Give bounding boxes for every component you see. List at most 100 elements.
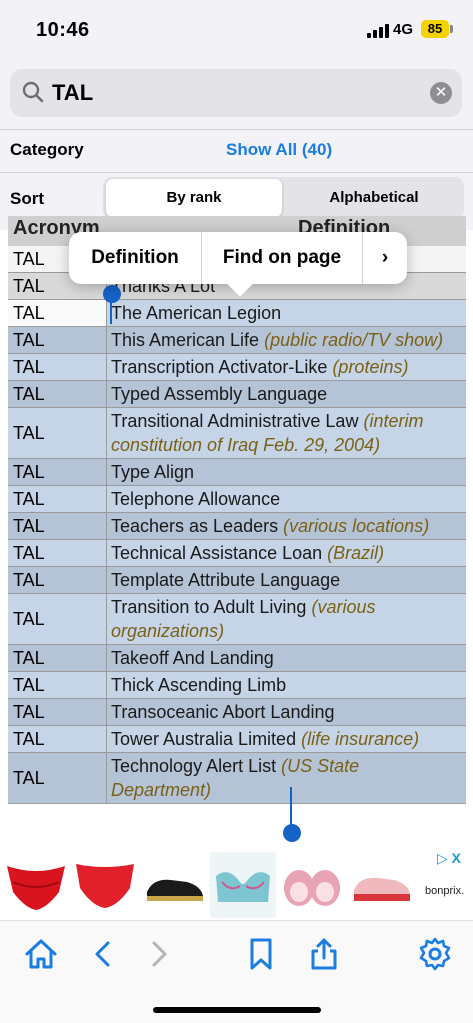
divider: [0, 172, 473, 173]
results-table: Acronym Definition TAL TAL Thanks A Lot TAL…: [8, 216, 466, 850]
table-row[interactable]: TAL Tower Australia Limited (life insuran…: [8, 726, 466, 753]
table-row[interactable]: TAL This American Life (public radio/TV s…: [8, 327, 466, 354]
definition-text: Teachers as Leaders: [111, 516, 279, 536]
home-indicator: [153, 1007, 321, 1013]
black-sneaker-image[interactable]: [141, 852, 207, 918]
definition-text: Takeoff And Landing: [111, 648, 274, 668]
category-label: Category: [10, 140, 84, 159]
status-bar: 10:46 4G 85: [0, 0, 473, 58]
category-show-all-link[interactable]: Show All (40): [226, 140, 332, 160]
menu-find-on-page[interactable]: Find on page: [202, 232, 362, 284]
table-row[interactable]: TAL Template Attribute Language: [8, 567, 466, 594]
acronym-cell: TAL: [8, 327, 107, 353]
acronym-cell: TAL: [8, 486, 107, 512]
definition-cell: Technology Alert List (US State Departme…: [107, 753, 466, 803]
ad-close-icon[interactable]: ▷ X: [437, 850, 461, 867]
definition-note: (public radio/TV show): [264, 330, 444, 350]
definition-text: Technology Alert List: [111, 756, 277, 776]
sort-alphabetical-option[interactable]: Alphabetical: [286, 179, 462, 217]
definition-cell: Technical Assistance Loan (Brazil): [107, 540, 466, 566]
acronym-cell: TAL: [8, 594, 107, 644]
acronym-cell: TAL: [8, 408, 107, 458]
table-row[interactable]: TAL Takeoff And Landing: [8, 645, 466, 672]
table-row[interactable]: TAL Transoceanic Abort Landing: [8, 699, 466, 726]
definition-text: Thick Ascending Limb: [111, 675, 287, 695]
table-row[interactable]: TAL Technical Assistance Loan (Brazil): [8, 540, 466, 567]
sort-by-rank-option[interactable]: By rank: [106, 179, 282, 217]
definition-cell: Typed Assembly Language: [107, 381, 466, 407]
bookmark-icon[interactable]: [244, 937, 278, 971]
selection-start-handle[interactable]: [103, 285, 121, 303]
definition-text: Technical Assistance Loan: [111, 543, 323, 563]
clear-x-icon[interactable]: ✕: [430, 82, 452, 104]
acronym-cell: TAL: [8, 726, 107, 752]
definition-note: (Brazil): [327, 543, 385, 563]
table-row[interactable]: TAL Thick Ascending Limb: [8, 672, 466, 699]
selection-end-caret: [290, 787, 292, 825]
teal-lace-bra-image[interactable]: [210, 852, 276, 918]
back-icon[interactable]: [86, 937, 120, 971]
definition-cell: Takeoff And Landing: [107, 645, 466, 671]
status-time: 10:46: [36, 19, 90, 41]
ad-brand-label[interactable]: bonprix.: [425, 885, 464, 897]
acronym-cell: TAL: [8, 381, 107, 407]
sort-label: Sort: [10, 189, 44, 208]
ad-banner[interactable]: ▷ X bonprix.: [0, 850, 473, 920]
table-row[interactable]: TAL Transitional Administrative Law (inte…: [8, 408, 466, 459]
definition-note: (proteins): [332, 357, 409, 377]
pink-sneaker-image[interactable]: [348, 852, 414, 918]
pink-bra-image[interactable]: [279, 852, 345, 918]
divider: [0, 129, 473, 130]
share-icon[interactable]: [307, 937, 341, 971]
chevron-right-icon[interactable]: ›: [363, 232, 407, 284]
search-header: ✕ Category Show All (40) Sort By rank Al…: [0, 58, 473, 230]
acronym-cell: TAL: [8, 300, 107, 326]
definition-text: Transcription Activator-Like: [111, 357, 328, 377]
red-brief-image[interactable]: [72, 852, 138, 918]
table-row[interactable]: TAL Typed Assembly Language: [8, 381, 466, 408]
sort-segmented-control: By rank Alphabetical: [103, 177, 464, 219]
acronym-cell: TAL: [8, 513, 107, 539]
acronym-cell: TAL: [8, 459, 107, 485]
table-row[interactable]: TAL Telephone Allowance: [8, 486, 466, 513]
definition-text: Tower Australia Limited: [111, 729, 297, 749]
acronym-cell: TAL: [8, 699, 107, 725]
table-body: TAL TAL Thanks A Lot TAL The American Legion…: [8, 246, 466, 804]
definition-text: This American Life: [111, 330, 260, 350]
definition-cell: Transition to Adult Living (various orga…: [107, 594, 466, 644]
forward-icon[interactable]: [142, 937, 176, 971]
red-lace-panty-image[interactable]: [3, 852, 69, 918]
definition-cell: Thick Ascending Limb: [107, 672, 466, 698]
definition-cell: Tower Australia Limited (life insurance): [107, 726, 466, 752]
selection-end-handle[interactable]: [283, 824, 301, 842]
table-row[interactable]: TAL The American Legion: [8, 300, 466, 327]
definition-cell: The American Legion: [107, 300, 466, 326]
network-label: 4G: [393, 21, 414, 38]
table-row[interactable]: TAL Technology Alert List (US State Depar…: [8, 753, 466, 804]
search-input[interactable]: [52, 75, 422, 111]
definition-text: Template Attribute Language: [111, 570, 341, 590]
table-row[interactable]: TAL Transition to Adult Living (various o…: [8, 594, 466, 645]
definition-cell: Transoceanic Abort Landing: [107, 699, 466, 725]
search-bar[interactable]: ✕: [10, 69, 462, 117]
definition-text: Transition to Adult Living: [111, 597, 307, 617]
text-selection-menu: Definition Find on page ›: [69, 232, 407, 297]
table-row[interactable]: TAL Type Align: [8, 459, 466, 486]
acronym-cell: TAL: [8, 645, 107, 671]
home-icon[interactable]: [24, 937, 58, 971]
acronym-cell: TAL: [8, 567, 107, 593]
definition-cell: Template Attribute Language: [107, 567, 466, 593]
definition-text: Telephone Allowance: [111, 489, 281, 509]
table-row[interactable]: TAL Transcription Activator-Like (protein…: [8, 354, 466, 381]
acronym-cell: TAL: [8, 753, 107, 803]
menu-definition[interactable]: Definition: [69, 232, 201, 284]
battery-icon: 85: [421, 20, 449, 38]
magnifier-icon: [22, 81, 44, 103]
definition-text: The American Legion: [111, 303, 282, 323]
definition-note: (various locations): [283, 516, 430, 536]
settings-icon[interactable]: [418, 937, 452, 971]
battery-tip: [450, 25, 453, 33]
definition-note: (life insurance): [301, 729, 420, 749]
acronym-cell: TAL: [8, 354, 107, 380]
table-row[interactable]: TAL Teachers as Leaders (various location…: [8, 513, 466, 540]
